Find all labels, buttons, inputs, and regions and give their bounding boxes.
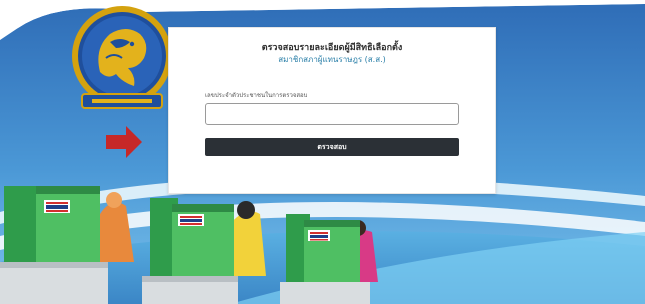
- citizen-id-input[interactable]: [205, 103, 459, 125]
- voting-booth-2: [142, 198, 238, 304]
- id-field-label: เลขประจำตัวประชาชนในการตรวจสอบ: [205, 92, 308, 99]
- voting-booth-3: [280, 214, 370, 304]
- ministry-seal-icon: [72, 6, 172, 109]
- page: ตรวจสอบรายละเอียดผู้มีสิทธิเลือกตั้ง สมา…: [0, 0, 645, 304]
- form-subtitle: สมาชิกสภาผู้แทนราษฎร (ส.ส.): [278, 55, 386, 64]
- arrow-right-icon: [106, 126, 142, 158]
- check-button[interactable]: ตรวจสอบ: [205, 138, 459, 156]
- voter-check-form: ตรวจสอบรายละเอียดผู้มีสิทธิเลือกตั้ง สมา…: [168, 27, 496, 194]
- voting-booth-1: [0, 186, 108, 304]
- form-title: ตรวจสอบรายละเอียดผู้มีสิทธิเลือกตั้ง: [261, 43, 403, 53]
